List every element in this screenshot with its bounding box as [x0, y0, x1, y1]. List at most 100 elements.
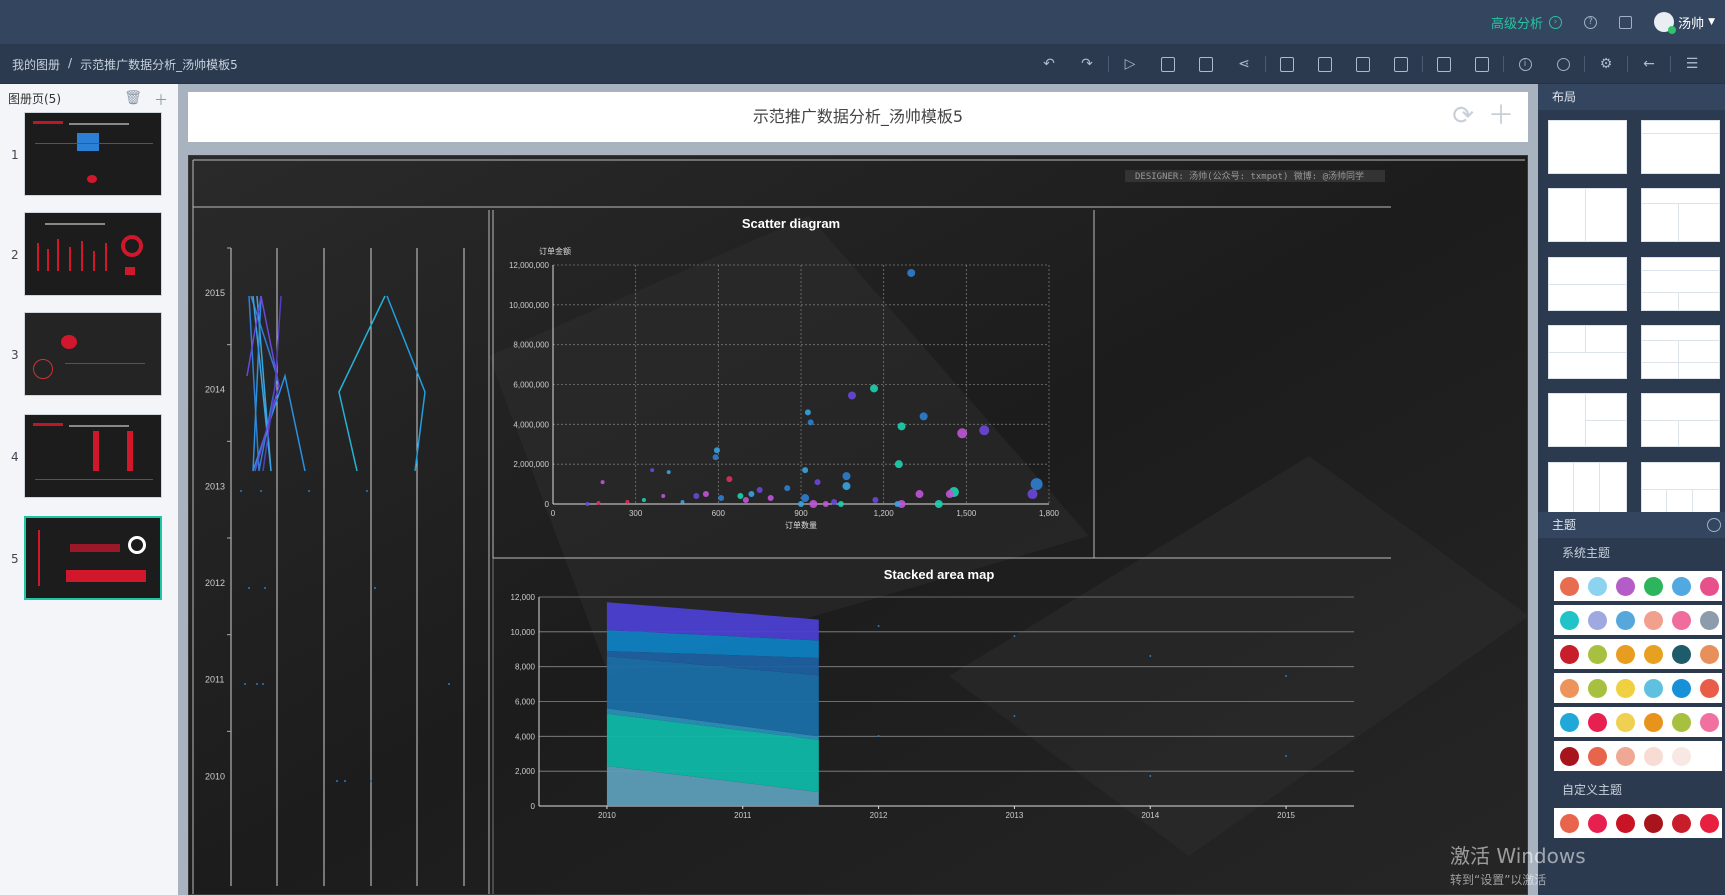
scatter-point — [693, 493, 700, 500]
area-x-tick: 2010 — [598, 811, 616, 820]
theme-palette[interactable] — [1554, 741, 1722, 771]
scatter-point — [837, 501, 844, 507]
user-menu[interactable]: 汤帅 ▼ — [1654, 12, 1715, 34]
color-swatch — [1616, 610, 1635, 630]
page-thumbnail-row[interactable]: 5 — [0, 516, 178, 606]
undo-icon[interactable]: ↶ — [1030, 44, 1068, 84]
redo-icon[interactable]: ↷ — [1068, 44, 1106, 84]
palette-icon[interactable] — [1707, 518, 1721, 532]
report-title[interactable]: 示范推广数据分析_汤帅模板5 — [188, 92, 1528, 142]
help-icon[interactable]: ? — [1584, 15, 1598, 29]
area-y-tick: 0 — [531, 802, 536, 811]
page-number: 4 — [11, 450, 19, 464]
color-swatch — [1588, 644, 1607, 664]
page-thumbnail[interactable] — [24, 212, 162, 296]
page-thumbnail-row[interactable]: 1 — [0, 112, 178, 202]
report-svg: DESIGNER: 汤帅(公众号: txmpot) 微博: @汤帅同学 2015… — [189, 156, 1527, 894]
color-swatch — [1700, 712, 1719, 732]
scatter-y-label: 订单金额 — [539, 246, 571, 256]
menu-collapse-icon[interactable]: ☰ — [1673, 44, 1711, 84]
area-dot — [877, 735, 880, 737]
save-icon[interactable] — [1149, 44, 1187, 84]
export-ppt-icon[interactable] — [1344, 44, 1382, 84]
info-icon[interactable]: i — [1506, 44, 1544, 84]
export-pdf-icon[interactable] — [1306, 44, 1344, 84]
export-image-icon[interactable] — [1268, 44, 1306, 84]
custom-palettes — [1538, 808, 1725, 838]
page-thumbnail-active[interactable] — [24, 516, 162, 600]
play-icon[interactable]: ▷ — [1111, 44, 1149, 84]
scatter-y-tick: 4,000,000 — [513, 420, 549, 429]
save-as-icon[interactable] — [1187, 44, 1225, 84]
area-dot — [1285, 675, 1288, 677]
layout-option[interactable] — [1548, 393, 1627, 448]
parallel-dot — [366, 490, 368, 492]
scatter-point — [804, 409, 811, 416]
add-page-icon[interactable]: ＋ — [154, 90, 168, 110]
external-link-icon[interactable] — [1619, 15, 1633, 29]
page-thumbnail[interactable] — [24, 312, 162, 396]
layout-option[interactable] — [1548, 256, 1627, 311]
color-swatch — [1644, 746, 1663, 766]
area-y-tick: 4,000 — [515, 732, 536, 741]
report-title-bar: 示范推广数据分析_汤帅模板5 ⟳ ＋ — [188, 92, 1528, 142]
breadcrumb-root[interactable]: 我的图册 — [12, 56, 60, 73]
layout-option[interactable] — [1641, 188, 1720, 243]
color-swatch — [1644, 813, 1663, 833]
scatter-point — [702, 491, 709, 498]
theme-palette[interactable] — [1554, 673, 1722, 703]
area-x-tick: 2015 — [1277, 811, 1295, 820]
trash-icon[interactable]: 🗑 — [124, 90, 142, 110]
page-thumbnail[interactable] — [24, 112, 162, 196]
area-y-tick: 2,000 — [515, 767, 536, 776]
scatter-point — [979, 425, 990, 436]
advanced-analysis-link[interactable]: 高级分析 › — [1491, 13, 1563, 32]
pages-panel-title: 图册页(5) — [8, 91, 61, 106]
layout-option[interactable] — [1548, 188, 1627, 243]
toolbar-divider — [1108, 56, 1109, 72]
scatter-point — [713, 447, 720, 454]
scatter-point — [596, 501, 601, 506]
custom-theme-palette[interactable] — [1554, 808, 1722, 838]
scatter-point — [822, 501, 829, 507]
import-icon[interactable] — [1425, 44, 1463, 84]
parallel-dot — [260, 490, 262, 492]
refresh-icon[interactable]: ⟳ — [1452, 102, 1474, 130]
color-swatch — [1644, 576, 1663, 596]
layout-option[interactable] — [1548, 461, 1627, 516]
scatter-point — [718, 495, 725, 502]
layout-option[interactable] — [1641, 324, 1720, 379]
export-file-icon[interactable] — [1382, 44, 1420, 84]
page-thumbnail-row[interactable]: 4 — [0, 414, 178, 504]
report-canvas[interactable]: DESIGNER: 汤帅(公众号: txmpot) 微博: @汤帅同学 2015… — [188, 155, 1528, 895]
layout-option[interactable] — [1641, 120, 1720, 174]
theme-palette[interactable] — [1554, 707, 1722, 737]
theme-palette[interactable] — [1554, 639, 1722, 669]
layout-option[interactable] — [1641, 393, 1720, 448]
settings-gear-icon[interactable]: ⚙ — [1587, 44, 1625, 84]
template-icon[interactable] — [1463, 44, 1501, 84]
toolbar-divider — [1670, 56, 1671, 72]
refresh-icon[interactable] — [1544, 44, 1582, 84]
layout-option[interactable] — [1548, 120, 1627, 174]
area-dot — [1013, 635, 1016, 637]
scatter-point — [915, 490, 924, 499]
page-thumbnail-row[interactable]: 2 — [0, 212, 178, 302]
color-swatch — [1672, 610, 1691, 630]
share-icon[interactable]: ⋖ — [1225, 44, 1263, 84]
layout-option[interactable] — [1641, 256, 1720, 311]
color-swatch — [1644, 712, 1663, 732]
parallel-dot — [264, 587, 266, 589]
theme-palette[interactable] — [1554, 605, 1722, 635]
theme-palette[interactable] — [1554, 571, 1722, 601]
color-swatch — [1560, 678, 1579, 698]
page-thumbnail-row[interactable]: 3 — [0, 312, 178, 402]
page-thumbnail[interactable] — [24, 414, 162, 498]
add-icon[interactable]: ＋ — [1488, 102, 1514, 130]
back-arrow-icon[interactable]: ← — [1630, 44, 1668, 84]
color-swatch — [1672, 813, 1691, 833]
layout-option[interactable] — [1548, 324, 1627, 379]
scatter-point — [894, 460, 903, 469]
layout-option[interactable] — [1641, 461, 1720, 516]
scatter-point — [907, 268, 916, 277]
